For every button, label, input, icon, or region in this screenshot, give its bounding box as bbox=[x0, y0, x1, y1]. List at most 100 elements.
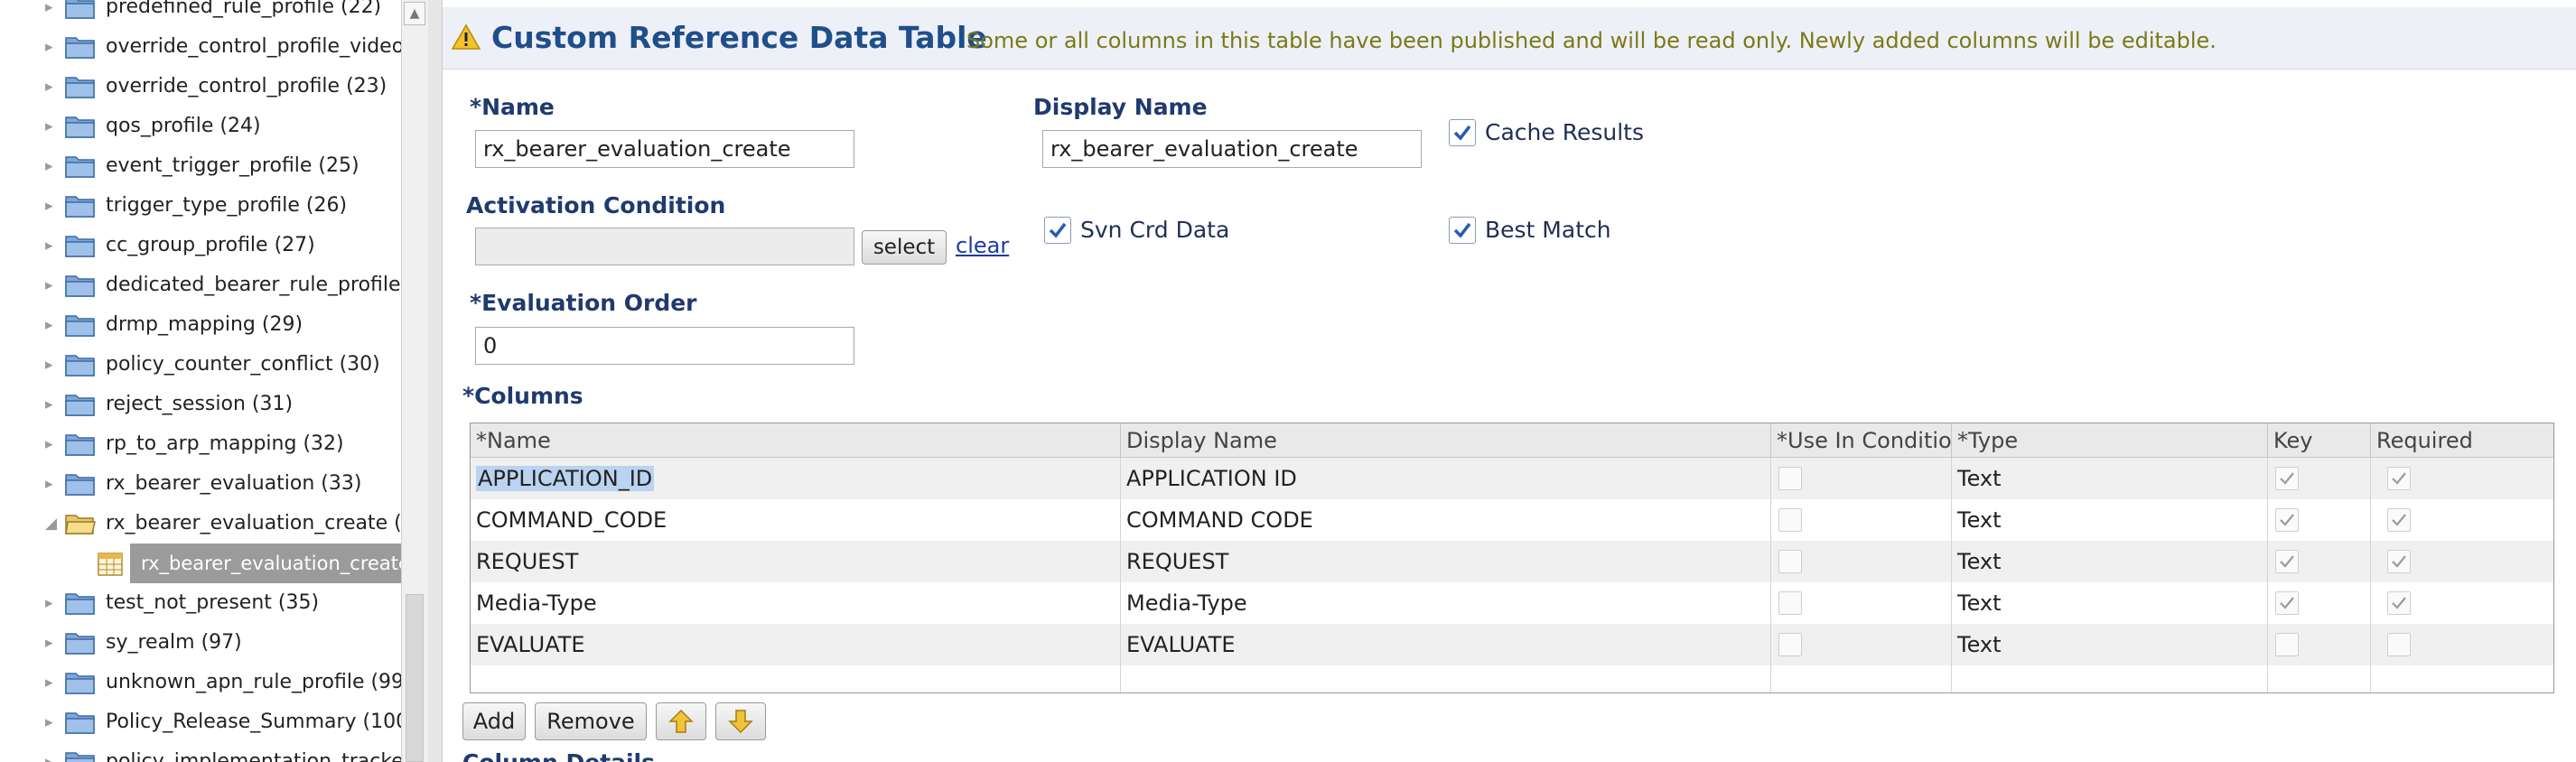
collapsed-arrow-icon[interactable]: ▸ bbox=[45, 155, 58, 177]
collapsed-arrow-icon[interactable]: ▸ bbox=[45, 314, 58, 336]
key-checkbox[interactable] bbox=[2275, 591, 2299, 615]
cell-key[interactable] bbox=[2268, 582, 2371, 624]
collapsed-arrow-icon[interactable]: ▸ bbox=[45, 274, 58, 296]
collapsed-arrow-icon[interactable]: ▸ bbox=[45, 394, 58, 415]
tree-item[interactable]: ▸ unknown_apn_rule_profile (99) bbox=[0, 663, 401, 702]
tree-item-label[interactable]: unknown_apn_rule_profile (99) bbox=[106, 663, 401, 702]
cell-type[interactable]: Text bbox=[1952, 458, 2268, 499]
tree-child-label[interactable]: rx_bearer_evaluation_create bbox=[130, 544, 401, 583]
cell-name-text[interactable]: APPLICATION_ID bbox=[476, 466, 655, 491]
key-checkbox[interactable] bbox=[2275, 467, 2299, 490]
tree-item[interactable]: ▸ reject_session (31) bbox=[0, 385, 401, 424]
tree-item[interactable]: ▸ dedicated_bearer_rule_profile ( bbox=[0, 265, 401, 305]
table-row[interactable]: EVALUATE EVALUATE Text bbox=[471, 624, 2553, 665]
collapsed-arrow-icon[interactable]: ▸ bbox=[45, 672, 58, 693]
tree-item-label[interactable]: sy_realm (97) bbox=[106, 623, 242, 663]
tree-item-label[interactable]: rx_bearer_evaluation (33) bbox=[106, 464, 361, 504]
tree-scrollbar[interactable]: ▲ bbox=[401, 0, 428, 762]
collapsed-arrow-icon[interactable]: ▸ bbox=[45, 116, 58, 137]
cell-required[interactable] bbox=[2371, 624, 2553, 665]
tree-item-label[interactable]: drmp_mapping (29) bbox=[106, 305, 303, 345]
collapsed-arrow-icon[interactable]: ▸ bbox=[45, 632, 58, 654]
cache-results-checkbox[interactable]: Cache Results bbox=[1449, 119, 1684, 146]
table-row[interactable]: APPLICATION_ID APPLICATION ID Text bbox=[471, 458, 2553, 499]
tree-item[interactable]: ▸ predefined_rule_profile (22) bbox=[0, 0, 401, 27]
collapsed-arrow-icon[interactable]: ▸ bbox=[45, 751, 58, 762]
column-header-display-name[interactable]: Display Name bbox=[1121, 423, 1771, 458]
select-button[interactable]: select bbox=[862, 230, 947, 265]
collapsed-arrow-icon[interactable]: ▸ bbox=[45, 76, 58, 98]
cell-name[interactable]: REQUEST bbox=[471, 541, 1121, 582]
clear-link[interactable]: clear bbox=[956, 233, 1009, 258]
tree-item-label[interactable]: rp_to_arp_mapping (32) bbox=[106, 424, 344, 464]
scrollbar-thumb[interactable] bbox=[406, 594, 424, 762]
cache-results-check-icon[interactable] bbox=[1449, 119, 1476, 146]
required-checkbox[interactable] bbox=[2387, 633, 2411, 656]
column-header-key[interactable]: Key bbox=[2268, 423, 2371, 458]
cell-required[interactable] bbox=[2371, 582, 2553, 624]
cell-key[interactable] bbox=[2268, 624, 2371, 665]
tree-item-label[interactable]: test_not_present (35) bbox=[106, 583, 319, 623]
tree-item[interactable]: ▸ trigger_type_profile (26) bbox=[0, 186, 401, 226]
cell-display-name[interactable]: REQUEST bbox=[1121, 541, 1771, 582]
cell-required[interactable] bbox=[2371, 541, 2553, 582]
tree-item-label[interactable]: cc_group_profile (27) bbox=[106, 226, 315, 265]
tree-item[interactable]: ▸ sy_realm (97) bbox=[0, 623, 401, 663]
tree-item[interactable]: ▸ policy_counter_conflict (30) bbox=[0, 345, 401, 385]
cell-required[interactable] bbox=[2371, 458, 2553, 499]
tree-item-label[interactable]: event_trigger_profile (25) bbox=[106, 146, 359, 186]
tree-item[interactable]: ▸ Policy_Release_Summary (100) bbox=[0, 702, 401, 742]
cell-type[interactable]: Text bbox=[1952, 541, 2268, 582]
use-in-conditions-checkbox[interactable] bbox=[1778, 550, 1802, 573]
column-header-type[interactable]: *Type bbox=[1952, 423, 2268, 458]
panel-splitter[interactable] bbox=[428, 0, 443, 762]
tree-item[interactable]: ▸ qos_profile (24) bbox=[0, 107, 401, 146]
cell-display-name[interactable]: COMMAND CODE bbox=[1121, 499, 1771, 541]
display-name-input[interactable]: rx_bearer_evaluation_create bbox=[1042, 130, 1422, 168]
collapsed-arrow-icon[interactable]: ▸ bbox=[45, 235, 58, 256]
tree-child-item-selected[interactable]: rx_bearer_evaluation_create bbox=[98, 544, 401, 583]
required-checkbox[interactable] bbox=[2387, 467, 2411, 490]
required-checkbox[interactable] bbox=[2387, 550, 2411, 573]
cell-required[interactable] bbox=[2371, 499, 2553, 541]
column-header-name[interactable]: *Name bbox=[471, 423, 1121, 458]
cell-use-in-conditions[interactable] bbox=[1771, 582, 1952, 624]
table-row[interactable]: Media-Type Media-Type Text bbox=[471, 582, 2553, 624]
svn-crd-data-checkbox[interactable]: Svn Crd Data bbox=[1044, 217, 1279, 244]
use-in-conditions-checkbox[interactable] bbox=[1778, 591, 1802, 615]
tree-item-label[interactable]: override_control_profile_video ( bbox=[106, 27, 401, 67]
cell-use-in-conditions[interactable] bbox=[1771, 458, 1952, 499]
move-down-button[interactable] bbox=[715, 702, 766, 740]
tree-item[interactable]: ▸ test_not_present (35) bbox=[0, 583, 401, 623]
cell-key[interactable] bbox=[2268, 499, 2371, 541]
tree-item[interactable]: ▸ drmp_mapping (29) bbox=[0, 305, 401, 345]
cell-display-name[interactable]: Media-Type bbox=[1121, 582, 1771, 624]
collapsed-arrow-icon[interactable]: ▸ bbox=[45, 0, 58, 18]
use-in-conditions-checkbox[interactable] bbox=[1778, 508, 1802, 532]
required-checkbox[interactable] bbox=[2387, 508, 2411, 532]
column-header-required[interactable]: Required bbox=[2371, 423, 2553, 458]
collapsed-arrow-icon[interactable]: ▸ bbox=[45, 195, 58, 217]
cell-display-name[interactable]: APPLICATION ID bbox=[1121, 458, 1771, 499]
cell-name[interactable]: EVALUATE bbox=[471, 624, 1121, 665]
table-row[interactable]: COMMAND_CODE COMMAND CODE Text bbox=[471, 499, 2553, 541]
use-in-conditions-checkbox[interactable] bbox=[1778, 633, 1802, 656]
tree-item[interactable]: ▸ policy_implementation_tracker bbox=[0, 742, 401, 762]
cell-type[interactable]: Text bbox=[1952, 582, 2268, 624]
tree-item-label[interactable]: rx_bearer_evaluation_create (3 bbox=[106, 504, 401, 544]
cell-display-name[interactable]: EVALUATE bbox=[1121, 624, 1771, 665]
tree-item-label[interactable]: reject_session (31) bbox=[106, 385, 293, 424]
use-in-conditions-checkbox[interactable] bbox=[1778, 467, 1802, 490]
cell-type[interactable]: Text bbox=[1952, 624, 2268, 665]
tree-item[interactable]: ▸ rp_to_arp_mapping (32) bbox=[0, 424, 401, 464]
tree-item-label[interactable]: qos_profile (24) bbox=[106, 107, 261, 146]
add-button[interactable]: Add bbox=[462, 702, 526, 740]
cell-key[interactable] bbox=[2268, 458, 2371, 499]
tree-item[interactable]: ▸ rx_bearer_evaluation (33) bbox=[0, 464, 401, 504]
table-row[interactable]: REQUEST REQUEST Text bbox=[471, 541, 2553, 582]
remove-button[interactable]: Remove bbox=[535, 702, 647, 740]
tree-item-label[interactable]: policy_implementation_tracker bbox=[106, 742, 401, 762]
collapsed-arrow-icon[interactable]: ▸ bbox=[45, 433, 58, 455]
best-match-check-icon[interactable] bbox=[1449, 217, 1476, 244]
collapsed-arrow-icon[interactable]: ▸ bbox=[45, 711, 58, 733]
